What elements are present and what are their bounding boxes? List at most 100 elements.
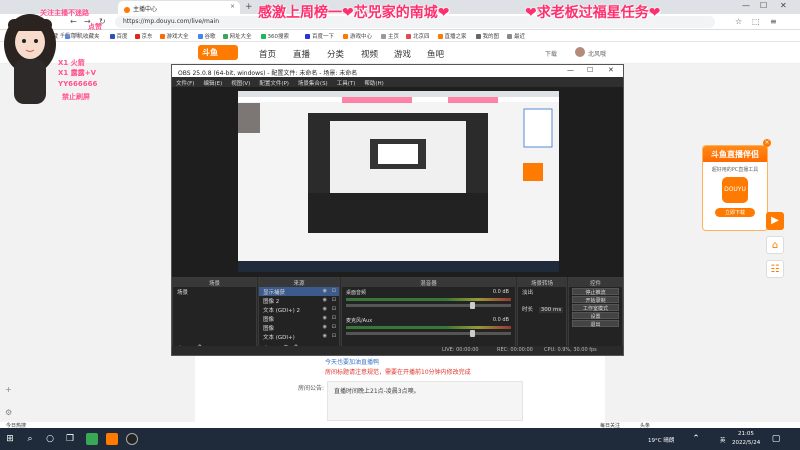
nav-fishbar[interactable]: 鱼吧: [427, 48, 444, 60]
play-icon[interactable]: ▶: [766, 212, 784, 230]
search-icon[interactable]: ⌕: [24, 433, 36, 445]
bookmark-item[interactable]: 游戏中心: [343, 32, 372, 40]
browser-app-icon[interactable]: [86, 433, 98, 445]
grid-icon[interactable]: ☷: [766, 260, 784, 278]
obs-statusbar: LIVE: 00:00:00 REC: 00:00:00 CPU: 0.9%, …: [172, 346, 623, 355]
visibility-icon[interactable]: ◉: [323, 288, 327, 294]
menu-icon[interactable]: ≡: [770, 17, 777, 26]
bookmark-item[interactable]: 百度一下: [305, 32, 334, 40]
lock-icon[interactable]: ⊡: [332, 333, 336, 339]
network-icon[interactable]: ⌃: [690, 433, 702, 445]
lock-icon[interactable]: ⊡: [332, 324, 336, 330]
douyu-app-icon[interactable]: [106, 433, 118, 445]
ime-indicator[interactable]: 英: [720, 436, 726, 444]
bookmark-item[interactable]: 网址大全: [222, 32, 252, 40]
duration-row: 时长 300 ms: [518, 304, 566, 313]
lock-icon[interactable]: ⊡: [332, 315, 336, 321]
extensions-icon[interactable]: ⬚: [752, 17, 760, 26]
obs-menubar: 文件(F) 编辑(E) 视图(V) 配置文件(P) 场景集合(S) 工具(T) 帮助(H): [172, 77, 623, 87]
control-button[interactable]: 退出: [572, 320, 619, 328]
tab-close-icon[interactable]: ×: [230, 3, 235, 10]
bookmark-item[interactable]: 最近: [507, 32, 525, 40]
transition-type-select[interactable]: 淡出: [518, 287, 566, 296]
visibility-icon[interactable]: ◉: [323, 324, 327, 330]
controls-title: 控件: [569, 278, 622, 287]
maximize-button[interactable]: ☐: [760, 1, 767, 10]
bookmark-item[interactable]: 京东: [134, 32, 153, 40]
obs-minimize-button[interactable]: —: [567, 66, 574, 74]
volume-slider[interactable]: [346, 302, 511, 309]
notice-textarea[interactable]: 直播时间晚上21点-凌晨3点噢。: [327, 381, 523, 421]
clock-date[interactable]: 2022/5/24: [732, 440, 760, 446]
start-icon[interactable]: ⊞: [4, 433, 16, 445]
control-button[interactable]: 停止推流: [572, 288, 619, 296]
tab-main[interactable]: 主播中心 ×: [118, 1, 240, 14]
bookmark-item[interactable]: 直播之家: [437, 32, 467, 40]
lock-icon[interactable]: ⊡: [332, 306, 336, 312]
source-item[interactable]: 显示捕获 ◉ ⊡: [259, 287, 339, 296]
visibility-icon[interactable]: ◉: [323, 315, 327, 321]
douyu-logo[interactable]: 斗鱼: [198, 45, 238, 60]
bookmark-item[interactable]: 主页: [381, 32, 399, 40]
visibility-icon[interactable]: ◉: [323, 297, 327, 303]
new-tab-button[interactable]: +: [245, 2, 253, 12]
control-button[interactable]: 开始录制: [572, 296, 619, 304]
username[interactable]: 北风哦: [588, 49, 606, 58]
source-item[interactable]: 图像 ◉ ⊡: [259, 323, 339, 332]
nav-games[interactable]: 游戏: [394, 48, 411, 60]
nav-live[interactable]: 直播: [293, 48, 310, 60]
bookmark-item[interactable]: 谷歌: [197, 32, 216, 40]
source-item[interactable]: 文本 (GDI+) 2 ◉ ⊡: [259, 305, 339, 314]
home-icon[interactable]: ⌂: [766, 236, 784, 254]
control-button[interactable]: 设置: [572, 312, 619, 320]
scene-item[interactable]: 场景: [173, 287, 256, 296]
bookmark-item[interactable]: 我的图: [475, 32, 499, 40]
weather[interactable]: 19°C 晴朗: [648, 436, 674, 444]
volume-slider[interactable]: [346, 330, 511, 337]
obs-app-icon[interactable]: [126, 433, 138, 445]
minimize-button[interactable]: —: [742, 1, 750, 10]
transitions-dock: 场景转场 淡出 时长 300 ms: [517, 277, 567, 355]
scenes-title: 场景: [173, 278, 256, 287]
download-link[interactable]: 下载: [545, 49, 557, 58]
slider-knob[interactable]: [469, 302, 475, 309]
source-item[interactable]: 图像 ◉ ⊡: [259, 314, 339, 323]
bookmark-item[interactable]: 游戏大全: [159, 32, 189, 40]
source-item[interactable]: 文本 (GDI+) ◉ ⊡: [259, 332, 339, 341]
slider-knob[interactable]: [469, 330, 475, 337]
clock-time[interactable]: 21:05: [738, 431, 754, 437]
obs-preview[interactable]: [172, 87, 623, 277]
obs-maximize-button[interactable]: ☐: [587, 66, 593, 74]
bookmark-label: 游戏大全: [166, 34, 189, 40]
visibility-icon[interactable]: ◉: [323, 306, 327, 312]
bookmark-item[interactable]: 百度: [109, 32, 128, 40]
lock-icon[interactable]: ⊡: [332, 288, 336, 294]
avatar[interactable]: [575, 47, 585, 57]
controls-dock: 控件 停止推流 开始录制 工作室模式 设置 退出: [568, 277, 623, 355]
bookmark-label: 360搜索: [267, 34, 290, 40]
nav-category[interactable]: 分类: [327, 48, 344, 60]
promo-card: 斗鱼直播伴侣 超好用的PC直播工具 DOUYU 立即下载: [702, 145, 768, 231]
banner-thanks: 感激上周榜一❤芯兕家的南城❤: [258, 5, 450, 21]
control-button[interactable]: 工作室模式: [572, 304, 619, 312]
settings-icon[interactable]: ⚙: [5, 408, 12, 417]
nav-home[interactable]: 首页: [259, 48, 276, 60]
add-icon[interactable]: +: [5, 385, 12, 394]
task-view-icon[interactable]: ❐: [64, 433, 76, 445]
notification-icon[interactable]: ▢: [770, 433, 782, 445]
close-window-button[interactable]: ✕: [780, 1, 787, 10]
mixer-dock: 混音器 桌面音频 0.0 dB 麦克风/Aux 0.0 dB: [341, 277, 516, 355]
bookmark-item[interactable]: 北京四: [406, 32, 430, 40]
visibility-icon[interactable]: ◉: [323, 333, 327, 339]
source-item[interactable]: 图像 2 ◉ ⊡: [259, 296, 339, 305]
download-button[interactable]: 立即下载: [715, 208, 755, 217]
star-icon[interactable]: ☆: [735, 17, 742, 26]
sources-title: 来源: [259, 278, 339, 287]
lock-icon[interactable]: ⊡: [332, 297, 336, 303]
duration-input[interactable]: 300 ms: [538, 307, 564, 313]
obs-close-button[interactable]: ✕: [608, 66, 614, 74]
nav-video[interactable]: 视频: [361, 48, 378, 60]
cortana-icon[interactable]: ○: [44, 433, 56, 445]
bookmark-item[interactable]: 360搜索: [260, 32, 290, 40]
promo-close-icon[interactable]: ×: [763, 139, 771, 147]
